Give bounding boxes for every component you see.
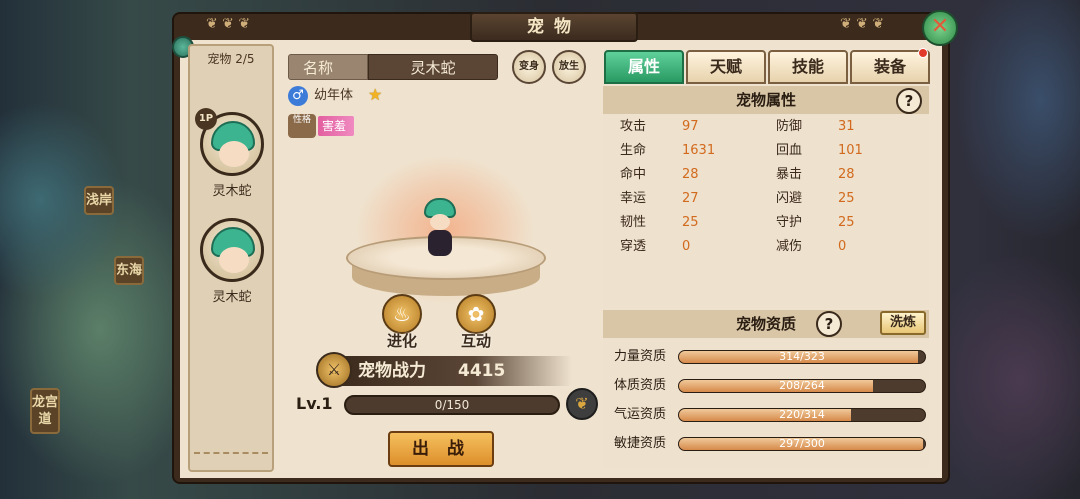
map-label-qianan[interactable]: 浅岸 bbox=[84, 186, 114, 215]
swirl-icon: ✿ bbox=[456, 294, 496, 334]
close-button[interactable]: ✕ bbox=[922, 10, 958, 46]
level-up-button[interactable]: ❦ bbox=[566, 388, 598, 420]
flame-icon: ♨ bbox=[382, 294, 422, 334]
attributes-title: 宠物属性 bbox=[603, 86, 929, 114]
evolve-button[interactable]: ♨ 进化 bbox=[372, 294, 432, 351]
release-button[interactable]: 放生 bbox=[552, 50, 586, 84]
star-icon: ★ bbox=[368, 85, 383, 104]
map-label-donghai[interactable]: 东海 bbox=[114, 256, 144, 285]
stat-dodge: 闪避 25 bbox=[776, 191, 855, 206]
transform-button[interactable]: 变身 bbox=[512, 50, 546, 84]
stat-toughness: 韧性 25 bbox=[620, 215, 699, 230]
stat-hit: 命中 28 bbox=[620, 167, 699, 182]
exp-text: 0/150 bbox=[434, 398, 470, 412]
tab-attributes[interactable]: 属性 bbox=[604, 50, 684, 84]
list-divider bbox=[194, 452, 268, 466]
battle-button[interactable]: 出 战 bbox=[388, 431, 494, 467]
pet-sprite[interactable] bbox=[418, 198, 462, 260]
map-label-longgongdao[interactable]: 龙宫道 bbox=[30, 388, 60, 434]
window-title: 宠物 bbox=[470, 12, 638, 42]
name-label: 名称 bbox=[288, 54, 368, 80]
trait-icon: 性格 bbox=[288, 114, 316, 138]
stat-defense: 防御 31 bbox=[776, 119, 855, 134]
scroll-ornament-left: ❦ ❦ ❦ bbox=[206, 16, 251, 32]
interact-label: 互动 bbox=[460, 332, 491, 350]
power-value: 4415 bbox=[458, 361, 506, 381]
interact-button[interactable]: ✿ 互动 bbox=[446, 294, 506, 351]
help-icon[interactable]: ? bbox=[896, 88, 922, 114]
pet-slot-1[interactable]: 1P 灵木蛇 bbox=[195, 108, 267, 199]
tab-skills[interactable]: 技能 bbox=[768, 50, 848, 84]
tab-talent[interactable]: 天赋 bbox=[686, 50, 766, 84]
stat-regen: 回血 101 bbox=[776, 143, 863, 158]
power-label: 宠物战力 bbox=[358, 361, 426, 381]
wings-icon: ❦ bbox=[575, 394, 589, 413]
pet-count: 宠物 2/5 bbox=[207, 52, 255, 66]
stat-attack: 攻击 97 bbox=[620, 119, 699, 134]
stat-reduction: 减伤 0 bbox=[776, 239, 847, 254]
stat-luck: 幸运 27 bbox=[620, 191, 699, 206]
pet-name-value[interactable]: 灵木蛇 bbox=[368, 54, 498, 80]
help-icon[interactable]: ? bbox=[816, 311, 842, 337]
pet-avatar bbox=[200, 218, 264, 282]
refine-button[interactable]: 洗炼 bbox=[880, 311, 926, 335]
close-icon: ✕ bbox=[930, 14, 950, 39]
pet-slot-name: 灵木蛇 bbox=[212, 184, 252, 199]
notification-dot bbox=[918, 48, 928, 58]
stat-hp: 生命 1631 bbox=[620, 143, 716, 158]
pet-slot-name: 灵木蛇 bbox=[212, 290, 252, 305]
pet-stage: 幼年体 bbox=[314, 88, 354, 103]
evolve-label: 进化 bbox=[386, 332, 417, 350]
player-badge: 1P bbox=[195, 108, 217, 130]
pet-slot-2[interactable]: 灵木蛇 bbox=[197, 218, 267, 305]
stat-crit: 暴击 28 bbox=[776, 167, 855, 182]
pet-list: 宠物 2/5 1P 灵木蛇 灵木蛇 bbox=[188, 44, 274, 472]
sword-icon: ⚔ bbox=[316, 352, 352, 388]
scroll-ornament-right: ❦ ❦ ❦ bbox=[840, 16, 885, 32]
stat-pierce: 穿透 0 bbox=[620, 239, 691, 254]
stat-guard: 守护 25 bbox=[776, 215, 855, 230]
male-icon: ♂ bbox=[288, 86, 308, 106]
level-label: Lv.1 bbox=[296, 394, 333, 413]
